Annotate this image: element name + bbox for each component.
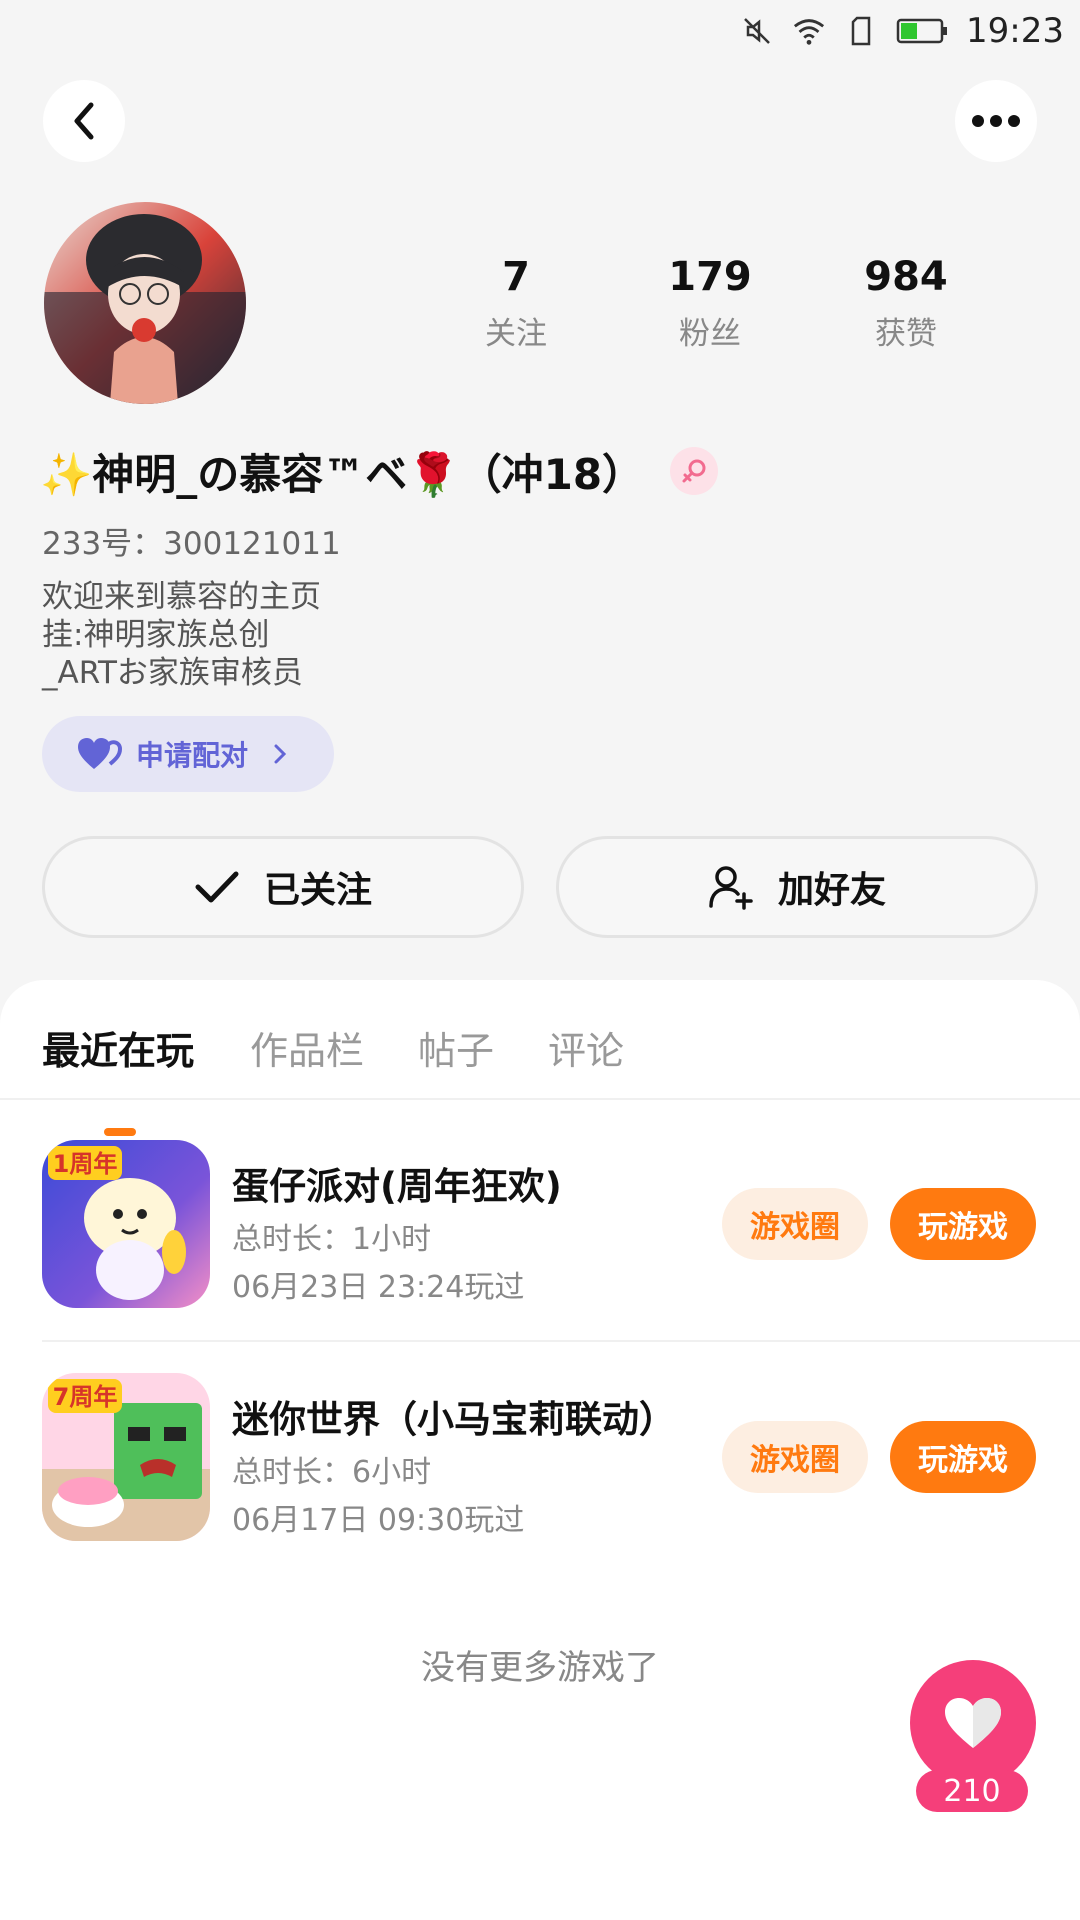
stat-label: 获赞	[875, 316, 937, 352]
chevron-right-icon	[274, 744, 287, 764]
heart-icon	[945, 1698, 1001, 1748]
bio: 欢迎来到慕容的主页 挂:神明家族总创 _ARTお家族审核员	[42, 578, 321, 692]
stat-label: 关注	[485, 316, 547, 352]
play-game-button[interactable]: 玩游戏	[890, 1188, 1036, 1260]
game-circle-button[interactable]: 游戏圈	[722, 1188, 868, 1260]
stat-value: 7	[502, 254, 530, 300]
game-title: 迷你世界（小马宝莉联动）	[232, 1398, 676, 1441]
username-row: ✨神明_の慕容™ベ🌹（冲18）	[40, 440, 719, 502]
username: ✨神明_の慕容™ベ🌹（冲18）	[40, 449, 645, 499]
tab-bar: 最近在玩 作品栏 帖子 评论	[0, 1020, 1080, 1136]
heart-pair-icon	[78, 738, 122, 769]
tab-indicator	[104, 1128, 136, 1136]
add-friend-button[interactable]: 加好友	[556, 836, 1038, 938]
like-button[interactable]	[910, 1660, 1036, 1786]
game-title: 蛋仔派对(周年狂欢)	[232, 1165, 562, 1208]
stat-followers[interactable]: 179 粉丝	[630, 252, 790, 353]
game-icon-badge: 7周年	[53, 1383, 118, 1411]
game-last-played: 06月17日 09:30玩过	[232, 1503, 525, 1538]
more-button[interactable]	[955, 80, 1037, 162]
female-icon	[670, 447, 719, 495]
tab-posts[interactable]: 帖子	[418, 1020, 494, 1075]
game-last-played: 06月23日 23:24玩过	[232, 1270, 525, 1305]
like-count: 210	[916, 1770, 1028, 1812]
play-game-button[interactable]: 玩游戏	[890, 1421, 1036, 1493]
stat-likes[interactable]: 984 获赞	[826, 252, 986, 353]
bio-line: _ARTお家族审核员	[42, 655, 303, 691]
status-icons: 19:23	[740, 8, 1064, 54]
game-icon-badge: 1周年	[53, 1150, 118, 1178]
game-item[interactable]: 7周年 迷你世界（小马宝莉联动） 总时长：6小时 06月17日 09:30玩过 …	[0, 1373, 1080, 1545]
bio-line: 挂:神明家族总创	[42, 617, 270, 653]
more-dots-icon	[972, 115, 1020, 127]
avatar[interactable]	[44, 202, 246, 404]
tab-works[interactable]: 作品栏	[250, 1020, 364, 1075]
list-divider	[42, 1340, 1080, 1342]
no-more-games-text: 没有更多游戏了	[421, 1648, 659, 1688]
followed-button[interactable]: 已关注	[42, 836, 524, 938]
add-user-icon	[709, 866, 753, 910]
account-id: 233号：300121011	[42, 526, 341, 562]
check-icon	[195, 871, 239, 903]
chevron-left-icon	[74, 102, 94, 140]
stat-value: 984	[864, 254, 948, 300]
game-icon-eggy-party[interactable]: 1周年	[42, 1140, 210, 1308]
followed-label: 已关注	[263, 870, 372, 911]
wifi-icon	[792, 14, 826, 48]
back-button[interactable]	[43, 80, 125, 162]
apply-pair-button[interactable]: 申请配对	[42, 716, 334, 792]
game-icon-mini-world[interactable]: 7周年	[42, 1373, 210, 1541]
apply-pair-label: 申请配对	[136, 739, 249, 772]
tab-recent-play[interactable]: 最近在玩	[42, 1020, 194, 1075]
battery-icon	[896, 14, 948, 48]
stat-value: 179	[668, 254, 752, 300]
game-item[interactable]: 1周年 蛋仔派对(周年狂欢) 总时长：1小时 06月23日 23:24玩过 游戏…	[0, 1140, 1080, 1312]
bio-line: 欢迎来到慕容的主页	[42, 579, 321, 615]
game-duration: 总时长：1小时	[232, 1222, 432, 1257]
status-bar: 19:23	[0, 0, 1080, 62]
mute-icon	[740, 14, 774, 48]
tab-comments[interactable]: 评论	[548, 1020, 624, 1075]
game-circle-button[interactable]: 游戏圈	[722, 1421, 868, 1493]
add-friend-label: 加好友	[777, 870, 886, 911]
status-time: 19:23	[966, 11, 1064, 51]
game-duration: 总时长：6小时	[232, 1455, 432, 1490]
tabs-divider	[0, 1098, 1080, 1100]
sim-icon	[844, 14, 878, 48]
stat-following[interactable]: 7 关注	[436, 252, 596, 353]
stat-label: 粉丝	[679, 316, 741, 352]
